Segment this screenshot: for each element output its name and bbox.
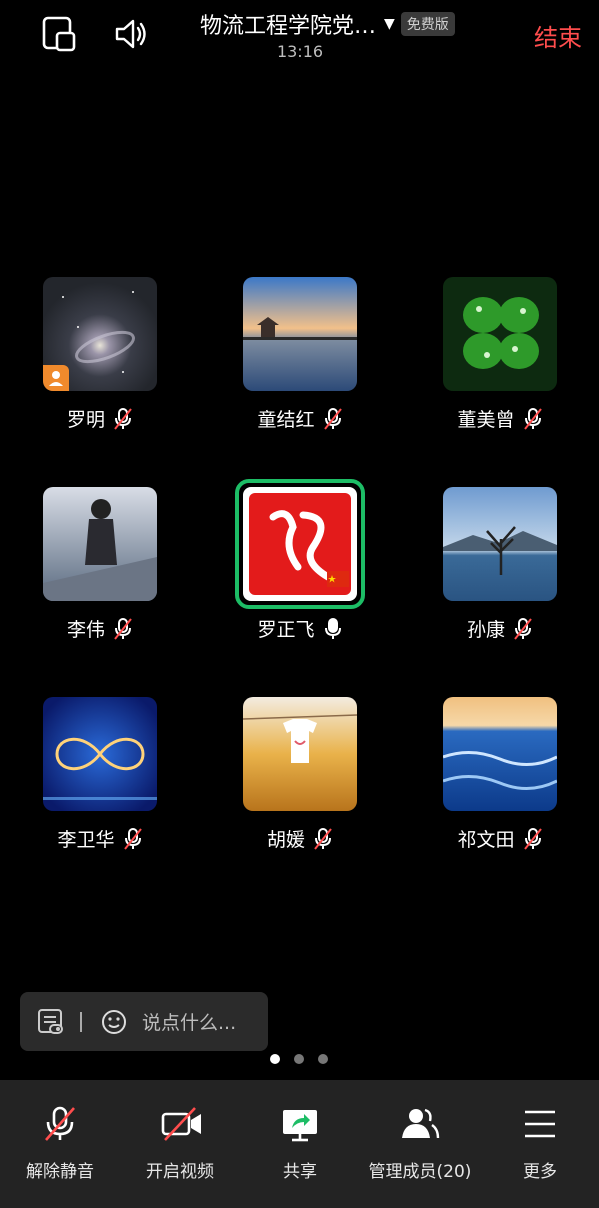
mic-on-icon: [324, 617, 341, 639]
mic-muted-icon: [45, 1106, 75, 1141]
page-dot[interactable]: [294, 1054, 304, 1064]
participant-name: 罗正飞: [257, 619, 315, 641]
participant-tile[interactable]: 董美曾: [425, 277, 575, 457]
video-off-icon: [161, 1107, 201, 1141]
page-dot[interactable]: [318, 1054, 328, 1064]
floating-window-icon[interactable]: [42, 16, 78, 52]
share-button[interactable]: 共享: [240, 1080, 360, 1208]
mic-muted-icon: [523, 407, 542, 430]
participant-tile-active-speaker[interactable]: 罗正飞: [225, 479, 375, 667]
manage-members-button[interactable]: 管理成员(20): [360, 1080, 480, 1208]
unmute-button[interactable]: 解除静音: [0, 1080, 120, 1208]
start-video-label: 开启视频: [146, 1162, 214, 1182]
menu-icon: [525, 1110, 555, 1138]
participant-name: 孙康: [466, 619, 505, 641]
mic-muted-icon: [314, 827, 332, 850]
participant-name: 董美曾: [457, 409, 515, 431]
participant-tile[interactable]: 祁文田: [425, 697, 575, 877]
participant-tile[interactable]: 胡媛: [225, 697, 375, 877]
start-video-button[interactable]: 开启视频: [120, 1080, 240, 1208]
participant-name: 童结红: [257, 409, 315, 431]
avatar: [243, 697, 357, 811]
plan-badge: 免费版: [400, 12, 455, 36]
chat-input-bar[interactable]: 说点什么...: [20, 992, 268, 1051]
avatar: [43, 487, 157, 601]
mic-muted-icon: [123, 827, 142, 850]
host-icon: [43, 365, 69, 391]
page-indicator: [270, 1054, 328, 1064]
participant-name: 祁文田: [457, 829, 515, 851]
more-button[interactable]: 更多: [480, 1080, 599, 1208]
mic-muted-icon: [114, 617, 132, 640]
speaker-icon[interactable]: [113, 16, 149, 52]
avatar: [443, 277, 557, 391]
mic-muted-icon: [514, 617, 532, 640]
caret-down-icon: ▼: [384, 16, 395, 32]
share-screen-icon: [283, 1110, 317, 1142]
unmute-label: 解除静音: [26, 1162, 94, 1182]
participant-name: 罗明: [66, 409, 105, 431]
meeting-header: 物流工程学院党… ▼ 免费版 13:16 结束: [0, 0, 599, 80]
page-dot-active[interactable]: [270, 1054, 280, 1064]
chat-placeholder[interactable]: 说点什么...: [142, 1008, 236, 1035]
more-label: 更多: [523, 1162, 557, 1182]
participant-name: 李卫华: [57, 829, 115, 851]
members-icon: [402, 1108, 440, 1139]
mic-muted-icon: [523, 827, 542, 850]
share-label: 共享: [283, 1162, 317, 1182]
manage-members-label: 管理成员(20): [368, 1162, 472, 1182]
avatar: [243, 277, 357, 391]
meeting-title-dropdown[interactable]: 物流工程学院党… ▼ 免费版: [200, 8, 500, 40]
emoji-icon[interactable]: [100, 1008, 128, 1036]
participant-tile[interactable]: 李伟: [25, 487, 175, 667]
participant-tile[interactable]: 罗明: [25, 277, 175, 457]
divider: [80, 1011, 82, 1032]
avatar: [235, 479, 365, 609]
avatar: [443, 487, 557, 601]
chat-list-icon[interactable]: [36, 1007, 66, 1037]
avatar: [43, 697, 157, 811]
avatar: [43, 277, 157, 391]
meeting-title: 物流工程学院党…: [200, 14, 377, 39]
avatar: [443, 697, 557, 811]
bottom-toolbar: 解除静音 开启视频 共享 管理成员(20) 更多: [0, 1080, 599, 1208]
participant-name: 李伟: [66, 619, 105, 641]
mic-muted-icon: [114, 407, 132, 430]
participant-tile[interactable]: 孙康: [425, 487, 575, 667]
end-meeting-button[interactable]: 结束: [534, 18, 582, 53]
participant-tile[interactable]: 童结红: [225, 277, 375, 457]
participant-name: 胡媛: [266, 829, 305, 851]
participant-tile[interactable]: 李卫华: [25, 697, 175, 877]
meeting-time: 13:16: [276, 42, 324, 61]
mic-muted-icon: [323, 407, 342, 430]
